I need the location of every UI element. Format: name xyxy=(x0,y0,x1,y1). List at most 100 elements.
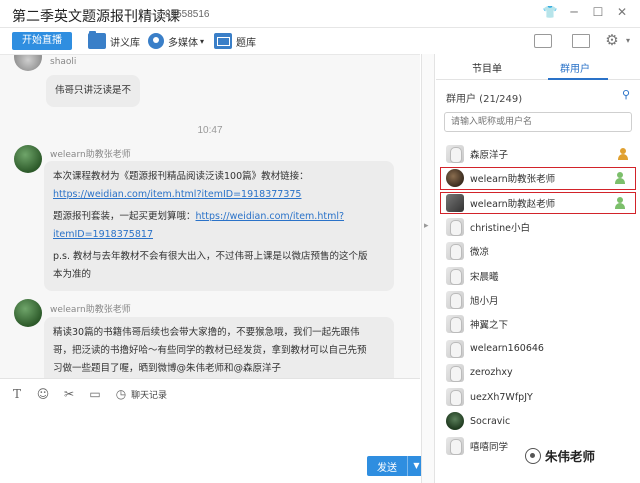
active-tab-indicator xyxy=(548,78,608,80)
send-button[interactable]: 发送 ▼ xyxy=(367,456,425,476)
panel-collapse-bar[interactable]: ▸ xyxy=(421,54,435,483)
clock-icon: ◷ xyxy=(115,387,127,401)
avatar xyxy=(446,169,464,188)
textbook-link[interactable]: https://weidian.com/item.html?itemID=191… xyxy=(53,189,301,200)
settings-icon[interactable]: ⚙ xyxy=(604,32,620,48)
avatar xyxy=(14,55,42,71)
user-list-item[interactable]: zerozhxy xyxy=(436,361,640,385)
user-list-item[interactable]: christine小白 xyxy=(436,215,640,239)
user-list-item[interactable]: Socravic xyxy=(436,409,640,433)
user-name: 旭小月 xyxy=(470,295,499,307)
avatar xyxy=(446,193,464,212)
chevron-down-icon: ▾ xyxy=(200,36,205,46)
user-name: uezXh7WfpJY xyxy=(470,391,533,403)
font-icon[interactable]: T xyxy=(10,387,24,401)
chat-messages[interactable]: shaoli 伟哥只讲泛读是不 10:47 welearn助教张老师 本次课程教… xyxy=(0,54,420,378)
avatar xyxy=(14,145,42,173)
avatar xyxy=(446,145,464,164)
user-count: 群用户 (21/249) xyxy=(446,94,523,105)
user-search-input[interactable] xyxy=(444,112,632,132)
message-text: 习做一些题目了喔，晒到微博@朱伟老师和@森原洋子 xyxy=(53,363,282,374)
watermark: 朱伟老师 xyxy=(525,446,595,465)
question-bank-label: 题库 xyxy=(236,37,256,49)
user-list-item[interactable]: 森原洋子 xyxy=(436,142,640,166)
message-sender: welearn助教张老师 xyxy=(50,150,131,160)
user-name: 森原洋子 xyxy=(470,150,509,162)
avatar xyxy=(446,388,464,407)
bundle-link-continued[interactable]: itemID=1918375817 xyxy=(53,229,153,240)
bundle-link[interactable]: https://weidian.com/item.html? xyxy=(196,211,345,222)
avatar xyxy=(446,242,464,261)
title-bar: 第二季英文题源报刊精读课 81558516 👕 ─ ☐ ✕ xyxy=(0,0,640,28)
shirt-icon[interactable]: 👕 xyxy=(542,4,558,20)
room-id: 81558516 xyxy=(165,9,210,20)
question-bank-button[interactable]: 题库 xyxy=(214,31,256,51)
user-list-item[interactable]: welearn助教赵老师 xyxy=(439,191,637,215)
scissors-icon[interactable]: ✂ xyxy=(62,387,76,401)
chat-history-label: 聊天记录 xyxy=(131,390,168,401)
user-list-item[interactable]: uezXh7WfpJY xyxy=(436,385,640,409)
user-name: 嘻嘻同学 xyxy=(470,441,509,453)
user-name: welearn助教张老师 xyxy=(470,174,556,186)
user-role-icon xyxy=(615,196,625,209)
emoji-icon[interactable]: ☺ xyxy=(36,387,50,401)
tab-program[interactable]: 节目单 xyxy=(472,60,502,75)
timestamp: 10:47 xyxy=(197,125,223,136)
user-name: 神翼之下 xyxy=(470,320,509,332)
close-icon[interactable]: ✕ xyxy=(614,4,630,20)
avatar xyxy=(446,315,464,334)
user-name: Socravic xyxy=(470,415,511,427)
user-list-item[interactable]: welearn助教张老师 xyxy=(439,166,637,190)
minimize-icon[interactable]: ─ xyxy=(566,4,582,20)
lectures-icon xyxy=(88,31,106,49)
toolbar: 开始直播 讲义库 多媒体 ▾ 题库 ⚙ ▾ xyxy=(0,28,640,54)
user-list-item[interactable]: welearn160646 xyxy=(436,336,640,360)
user-name: 宋晨曦 xyxy=(470,271,499,283)
watermark-text: 朱伟老师 xyxy=(545,449,596,464)
message-text: 哥，把泛读的书撸好哈～有些同学的教材已经发货，拿到教材可以自己先预 xyxy=(53,345,367,356)
lectures-label: 讲义库 xyxy=(110,37,140,49)
filter-icon[interactable]: ⚲ xyxy=(622,88,634,101)
chat-history-button[interactable]: ◷ 聊天记录 xyxy=(114,387,167,401)
user-list-item[interactable]: 微凉 xyxy=(436,239,640,263)
message-bubble: 本次课程教材为《题源报刊精品阅读泛读100篇》教材链接： https://wei… xyxy=(44,161,394,291)
user-name: 微凉 xyxy=(470,247,490,259)
media-button[interactable]: 多媒体 ▾ xyxy=(148,31,204,51)
user-name: welearn助教赵老师 xyxy=(470,198,556,210)
chevron-right-icon[interactable]: ▸ xyxy=(424,219,432,233)
image-icon[interactable]: ▭ xyxy=(88,387,102,401)
user-name: welearn160646 xyxy=(470,343,544,355)
maximize-icon[interactable]: ☐ xyxy=(590,4,606,20)
user-list-item[interactable]: 神翼之下 xyxy=(436,312,640,336)
user-list-item[interactable]: 旭小月 xyxy=(436,288,640,312)
start-live-button[interactable]: 开始直播 xyxy=(12,32,72,50)
avatar xyxy=(446,290,464,309)
settings-chevron-icon[interactable]: ▾ xyxy=(620,33,636,49)
message-text: p.s. 教材与去年教材不会有很大出入，不过伟哥上课是以微店预售的这个版 xyxy=(53,251,368,262)
message-bubble: 精读30篇的书籍伟哥后续也会带大家撸的，不要猴急哦，我们一起先跟伟 哥，把泛读的… xyxy=(44,317,394,378)
message-input-area[interactable]: T ☺ ✂ ▭ ◷ 聊天记录 xyxy=(0,378,420,483)
message-text: 题源报刊套装，一起买更划算哦： xyxy=(53,211,196,222)
user-list-item[interactable]: 宋晨曦 xyxy=(436,263,640,287)
message-text: 本为准的 xyxy=(53,269,92,280)
message-sender: welearn助教张老师 xyxy=(50,305,131,315)
message-text: 精读30篇的书籍伟哥后续也会带大家撸的，不要猴急哦，我们一起先跟伟 xyxy=(53,327,360,338)
user-name: christine小白 xyxy=(470,223,530,235)
message-sender: shaoli xyxy=(50,57,77,67)
lectures-button[interactable]: 讲义库 xyxy=(88,31,140,51)
avatar xyxy=(14,299,42,327)
tab-group-users[interactable]: 群用户 xyxy=(560,60,590,75)
avatar xyxy=(446,339,464,358)
folder-icon[interactable] xyxy=(572,34,590,48)
briefcase-icon[interactable] xyxy=(534,34,552,48)
user-list[interactable]: 森原洋子 welearn助教张老师 welearn助教赵老师 christine小白微… xyxy=(436,142,640,458)
group-users-panel: 节目单 群用户 群用户 (21/249) ⚲ 森原洋子 welearn助教张老师 w… xyxy=(436,54,640,483)
user-role-icon xyxy=(618,148,628,160)
wechat-account-icon xyxy=(525,447,541,464)
user-role-icon xyxy=(615,172,625,185)
media-icon xyxy=(148,33,164,49)
user-name: zerozhxy xyxy=(470,367,513,379)
avatar xyxy=(446,363,464,382)
window-title: 第二季英文题源报刊精读课 xyxy=(12,9,180,25)
panel-tabs: 节目单 群用户 xyxy=(436,54,640,80)
